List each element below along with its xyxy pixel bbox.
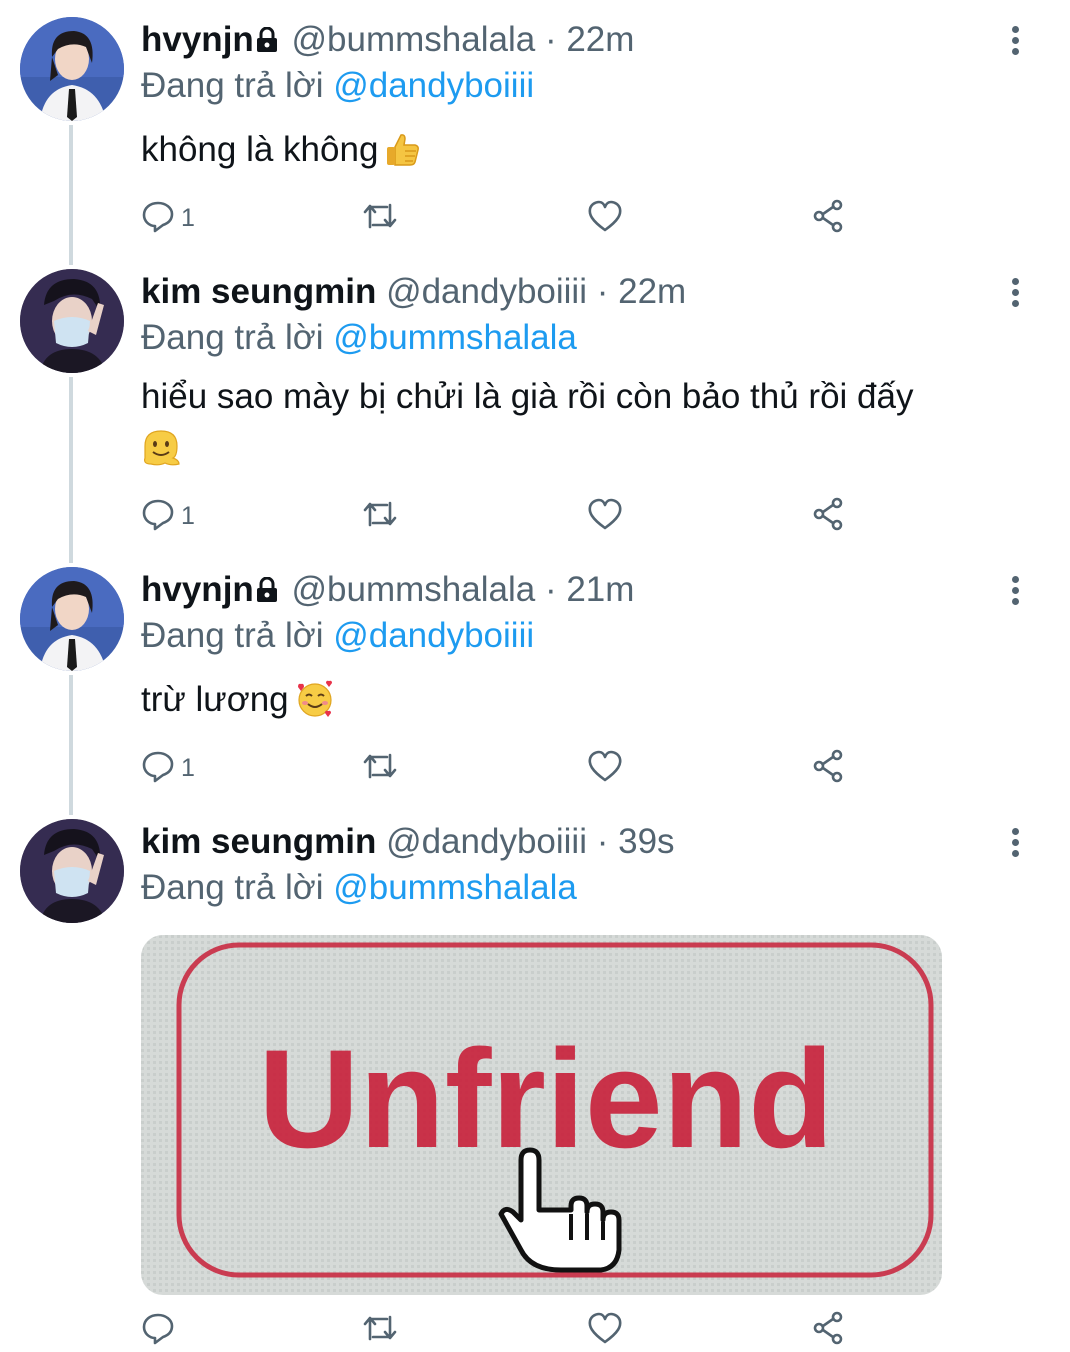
handle[interactable]: @dandyboiiii [386, 272, 587, 311]
tweet-actions: 1 [141, 746, 861, 790]
reply-icon [141, 497, 175, 536]
display-name[interactable]: hvynjn [141, 20, 254, 59]
tweet-text-content: trừ lương [141, 680, 289, 719]
replying-prefix: Đang trả lời [141, 66, 334, 105]
tweet-actions: 1 [141, 494, 861, 538]
retweet-button[interactable] [361, 196, 399, 240]
display-name[interactable]: kim seungmin [141, 272, 376, 311]
share-button[interactable] [811, 494, 847, 538]
tweet-header: hvynjn @bummshalala · 21m [141, 568, 634, 614]
tweet-actions [141, 1308, 861, 1352]
tweet-text-content: hiểu sao mày bị chửi là già rồi còn bảo … [141, 377, 914, 416]
tweet[interactable]: kim seungmin @dandyboiiii · 22m Đang trả… [0, 252, 1070, 548]
lock-icon [256, 20, 278, 64]
more-options-icon[interactable] [1000, 824, 1030, 864]
tweet-text: không là không [141, 125, 1041, 183]
timestamp[interactable]: 22m [566, 20, 634, 59]
more-options-icon[interactable] [1000, 274, 1030, 314]
like-button[interactable] [587, 196, 623, 240]
mention-link[interactable]: @dandyboiiii [333, 616, 534, 655]
heart-icon [587, 749, 623, 788]
reply-count: 1 [181, 203, 195, 232]
reply-icon [141, 199, 175, 238]
separator: · [544, 570, 557, 609]
retweet-button[interactable] [361, 1308, 399, 1352]
retweet-icon [361, 1311, 399, 1350]
handle[interactable]: @bummshalala [292, 570, 536, 609]
share-icon [811, 199, 847, 238]
tweet-header: kim seungmin @dandyboiiii · 39s [141, 820, 675, 864]
reply-count: 1 [181, 501, 195, 530]
share-icon [811, 497, 847, 536]
retweet-button[interactable] [361, 494, 399, 538]
replying-prefix: Đang trả lời [141, 868, 334, 907]
reply-icon [141, 749, 175, 788]
reply-button[interactable]: 1 [141, 746, 195, 790]
timestamp[interactable]: 21m [566, 570, 634, 609]
display-name[interactable]: hvynjn [141, 570, 254, 609]
replying-to: Đang trả lời @dandyboiiii [141, 614, 534, 658]
replying-prefix: Đang trả lời [141, 616, 334, 655]
retweet-icon [361, 199, 399, 238]
heart-icon [587, 497, 623, 536]
reply-button[interactable]: 1 [141, 196, 195, 240]
thumbs-up-emoji [384, 131, 422, 183]
handle[interactable]: @bummshalala [292, 20, 536, 59]
tweet[interactable]: hvynjn @bummshalala · 22m Đang trả lời @… [0, 0, 1070, 250]
reply-count: 1 [181, 753, 195, 782]
share-icon [811, 749, 847, 788]
separator: · [596, 822, 609, 861]
like-button[interactable] [587, 746, 623, 790]
timestamp[interactable]: 39s [618, 822, 674, 861]
avatar[interactable] [20, 567, 124, 671]
avatar[interactable] [20, 269, 124, 373]
heart-icon [587, 199, 623, 238]
share-button[interactable] [811, 1308, 847, 1352]
like-button[interactable] [587, 494, 623, 538]
retweet-icon [361, 749, 399, 788]
tweet[interactable]: kim seungmin @dandyboiiii · 39s Đang trả… [0, 802, 1070, 1351]
retweet-icon [361, 497, 399, 536]
mention-link[interactable]: @bummshalala [333, 868, 577, 907]
melting-face-emoji [141, 428, 181, 482]
reply-button[interactable] [141, 1308, 181, 1352]
tweet-media-image[interactable]: Unfriend [141, 935, 942, 1295]
lock-icon [256, 570, 278, 614]
replying-to: Đang trả lời @bummshalala [141, 316, 577, 360]
separator: · [596, 272, 609, 311]
share-button[interactable] [811, 746, 847, 790]
smiling-face-with-hearts-emoji [295, 679, 335, 733]
avatar[interactable] [20, 819, 124, 923]
tweet-actions: 1 [141, 196, 861, 240]
mention-link[interactable]: @bummshalala [333, 318, 577, 357]
retweet-button[interactable] [361, 746, 399, 790]
timestamp[interactable]: 22m [618, 272, 686, 311]
reply-button[interactable]: 1 [141, 494, 195, 538]
replying-to: Đang trả lời @bummshalala [141, 866, 577, 910]
heart-icon [587, 1311, 623, 1350]
replying-prefix: Đang trả lời [141, 318, 334, 357]
like-button[interactable] [587, 1308, 623, 1352]
tweet-header: kim seungmin @dandyboiiii · 22m [141, 270, 686, 314]
mention-link[interactable]: @dandyboiiii [333, 66, 534, 105]
separator: · [544, 20, 557, 59]
replying-to: Đang trả lời @dandyboiiii [141, 64, 534, 108]
media-unfriend-text: Unfriend [258, 1020, 834, 1177]
handle[interactable]: @dandyboiiii [386, 822, 587, 861]
more-options-icon[interactable] [1000, 22, 1030, 62]
tweet-text: trừ lương [141, 675, 1041, 733]
avatar[interactable] [20, 17, 124, 121]
tweet-text: hiểu sao mày bị chửi là già rồi còn bảo … [141, 372, 1041, 482]
tweet[interactable]: hvynjn @bummshalala · 21m Đang trả lời @… [0, 550, 1070, 800]
share-button[interactable] [811, 196, 847, 240]
tweet-header: hvynjn @bummshalala · 22m [141, 18, 634, 64]
reply-icon [141, 1311, 175, 1350]
more-options-icon[interactable] [1000, 572, 1030, 612]
tweet-text-content: không là không [141, 130, 379, 169]
share-icon [811, 1311, 847, 1350]
display-name[interactable]: kim seungmin [141, 822, 376, 861]
